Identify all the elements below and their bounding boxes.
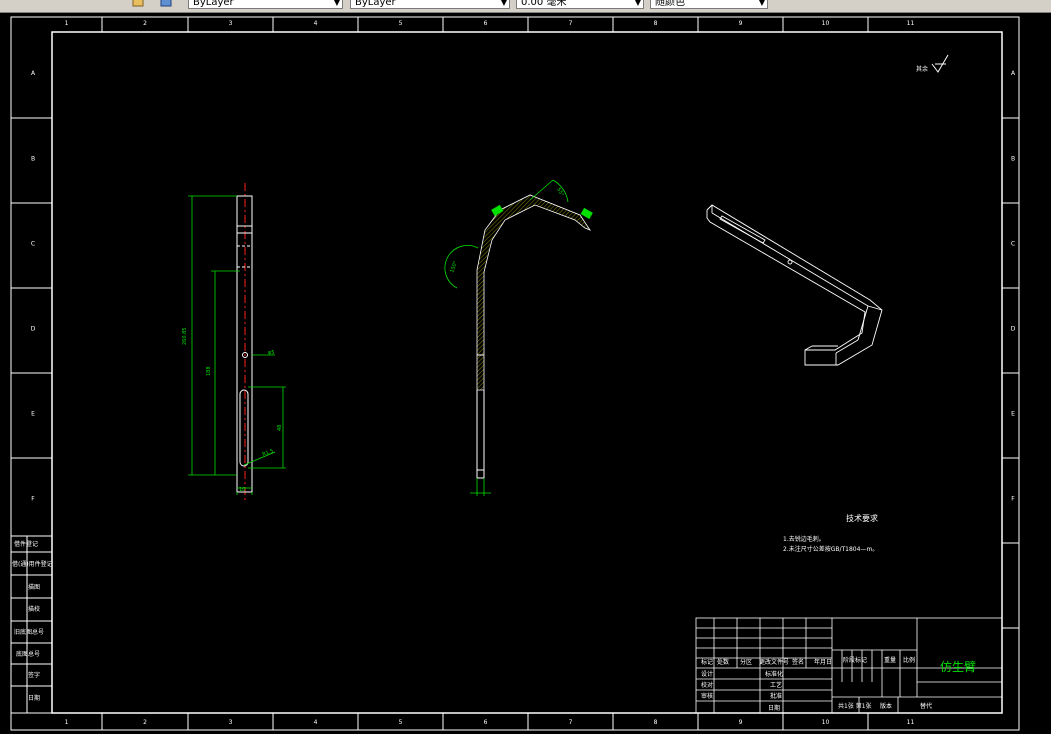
title-block-text: 标记 处数 分区 更改文件号 签名 年月日 设计 校对 审核 标准化 工艺 批准… — [701, 656, 976, 712]
tb-label-count: 处数 — [717, 658, 729, 666]
zone-row-label: F — [31, 496, 35, 503]
tb-process: 工艺 — [770, 681, 782, 689]
left-block-label: 底图总号 — [16, 650, 40, 658]
sheet-outer-border — [10, 16, 1020, 731]
tb-label-change: 更改文件号 — [759, 658, 789, 666]
dim-hole: φ5 — [268, 350, 274, 356]
dim-slot-length: 48 — [277, 425, 283, 431]
side-section-view: 150° 55° — [444, 179, 593, 496]
dim-width: 10 — [239, 487, 245, 493]
zone-row-label: E — [1011, 411, 1015, 418]
zone-row-label: A — [31, 70, 36, 77]
tb-label-mark: 标记 — [701, 658, 713, 666]
left-block-label: 旧底图总号 — [14, 628, 44, 636]
sheet-inner-frame — [51, 31, 1003, 714]
left-block-label: 日期 — [28, 694, 40, 702]
drawing-canvas[interactable]: 11223344556677889910101111 A AB BC CD DE EF F … — [0, 0, 1051, 734]
technical-requirements: 技术要求 1.去锐边毛刺。 2.未注尺寸公差按GB/T1804—m。 — [783, 513, 878, 553]
zone-col-label: 2 — [143, 719, 147, 726]
roughness-label: 其余 — [916, 65, 928, 73]
tb-design: 设计 — [701, 670, 713, 678]
zone-col-label: 3 — [229, 20, 233, 27]
zone-col-label: 8 — [654, 719, 658, 726]
tb-standard: 标准化 — [765, 670, 783, 678]
tb-version: 版本 — [880, 702, 892, 710]
tb-sheets: 共1张 第1张 — [838, 702, 872, 710]
zone-col-label: 5 — [399, 20, 403, 27]
tech-req-item: 1.去锐边毛刺。 — [783, 535, 825, 543]
tb-review: 审核 — [701, 692, 713, 700]
dim-chamfer: R1.5 — [262, 448, 275, 458]
dim-angle-left: 150° — [449, 260, 459, 274]
zone-row-label: D — [1011, 326, 1016, 333]
tb-label-zone: 分区 — [740, 658, 752, 666]
zone-row-label: A — [1011, 70, 1016, 77]
zone-col-label: 1 — [65, 719, 69, 726]
zone-col-label: 3 — [229, 719, 233, 726]
tb-stage: 阶段标记 — [843, 656, 867, 664]
zone-row-label: C — [1011, 241, 1015, 248]
tb-approve: 批准 — [770, 692, 782, 700]
left-block-label: 借(通)用件登记 — [12, 560, 53, 568]
front-view: 260.85 188 48 φ5 R1.5 10 — [182, 183, 286, 502]
zone-col-label: 7 — [569, 20, 573, 27]
left-block-label: 签字 — [28, 671, 40, 679]
zone-strip-side: A A B B C C D D E E F F — [11, 70, 1019, 629]
zone-col-label: 1 — [65, 20, 69, 27]
tb-date-h: 日期 — [768, 704, 780, 712]
zone-col-label: 4 — [314, 20, 318, 27]
zone-col-label: 6 — [484, 719, 488, 726]
left-record-block: 借件登记 借(通)用件登记 描图 描校 旧底图总号 底图总号 签字 日期 — [10, 535, 53, 714]
left-block-label: 描图 — [28, 583, 40, 591]
zone-col-label: 11 — [907, 719, 915, 726]
dim-mid-length: 188 — [206, 366, 212, 376]
zone-col-label: 11 — [907, 20, 915, 27]
tb-replace: 替代 — [920, 702, 932, 710]
zone-row-label: D — [31, 326, 36, 333]
zone-col-label: 2 — [143, 20, 147, 27]
zone-col-label: 8 — [654, 20, 658, 27]
zone-row-label: B — [31, 156, 35, 163]
tb-label-sign: 签名 — [792, 658, 804, 666]
zone-row-label: C — [31, 241, 35, 248]
tb-check: 校对 — [701, 681, 713, 689]
left-block-top-label: 借件登记 — [14, 540, 38, 548]
zone-col-label: 6 — [484, 20, 488, 27]
tech-req-title: 技术要求 — [846, 513, 878, 523]
part-name: 仿生臂 — [940, 660, 976, 674]
dim-overall-length: 260.85 — [182, 328, 188, 346]
zone-col-label: 10 — [822, 719, 830, 726]
zone-row-label: B — [1011, 156, 1015, 163]
zone-row-label: F — [1011, 496, 1015, 503]
surface-roughness-symbol: 其余 — [916, 54, 949, 73]
zone-row-label: E — [31, 411, 35, 418]
zone-col-label: 10 — [822, 20, 830, 27]
tb-weight: 重量 — [884, 656, 896, 664]
isometric-view — [706, 204, 883, 366]
left-block-label: 描校 — [28, 605, 40, 613]
zone-col-label: 4 — [314, 719, 318, 726]
tb-label-date: 年月日 — [814, 658, 832, 666]
zone-col-label: 5 — [399, 719, 403, 726]
zone-col-label: 7 — [569, 719, 573, 726]
dim-angle-top: 55° — [555, 187, 565, 198]
tb-scale: 比例 — [903, 656, 915, 664]
zone-col-label: 9 — [739, 719, 743, 726]
zone-col-label: 9 — [739, 20, 743, 27]
tech-req-item: 2.未注尺寸公差按GB/T1804—m。 — [783, 545, 878, 553]
